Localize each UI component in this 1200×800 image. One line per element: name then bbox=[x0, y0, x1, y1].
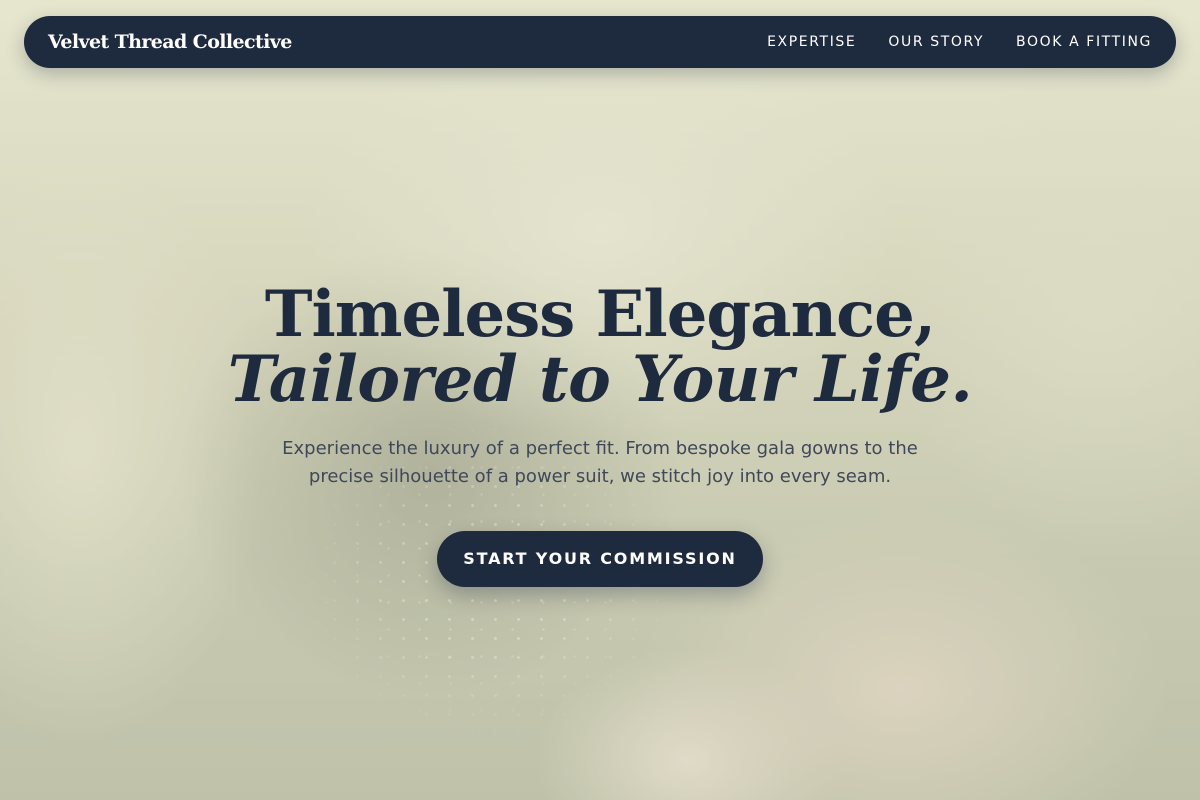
hero-headline-line2: Tailored to Your Life. bbox=[227, 342, 973, 418]
hero-subtext: Experience the luxury of a perfect fit. … bbox=[282, 437, 918, 487]
hero-section: Timeless Elegance, Tailored to Your Life… bbox=[0, 282, 1200, 587]
hero-headline: Timeless Elegance, Tailored to Your Life… bbox=[0, 282, 1200, 413]
nav-link-our-story[interactable]: OUR STORY bbox=[888, 34, 984, 50]
start-commission-button[interactable]: START YOUR COMMISSION bbox=[437, 530, 763, 587]
nav-link-expertise[interactable]: EXPERTISE bbox=[767, 34, 856, 50]
nav-links: EXPERTISE OUR STORY BOOK A FITTING bbox=[767, 34, 1152, 50]
top-navbar: Velvet Thread Collective EXPERTISE OUR S… bbox=[24, 16, 1176, 68]
brand-logo[interactable]: Velvet Thread Collective bbox=[48, 31, 292, 53]
nav-link-book-a-fitting[interactable]: BOOK A FITTING bbox=[1016, 34, 1152, 50]
hero-headline-line1: Timeless Elegance, bbox=[264, 277, 936, 352]
